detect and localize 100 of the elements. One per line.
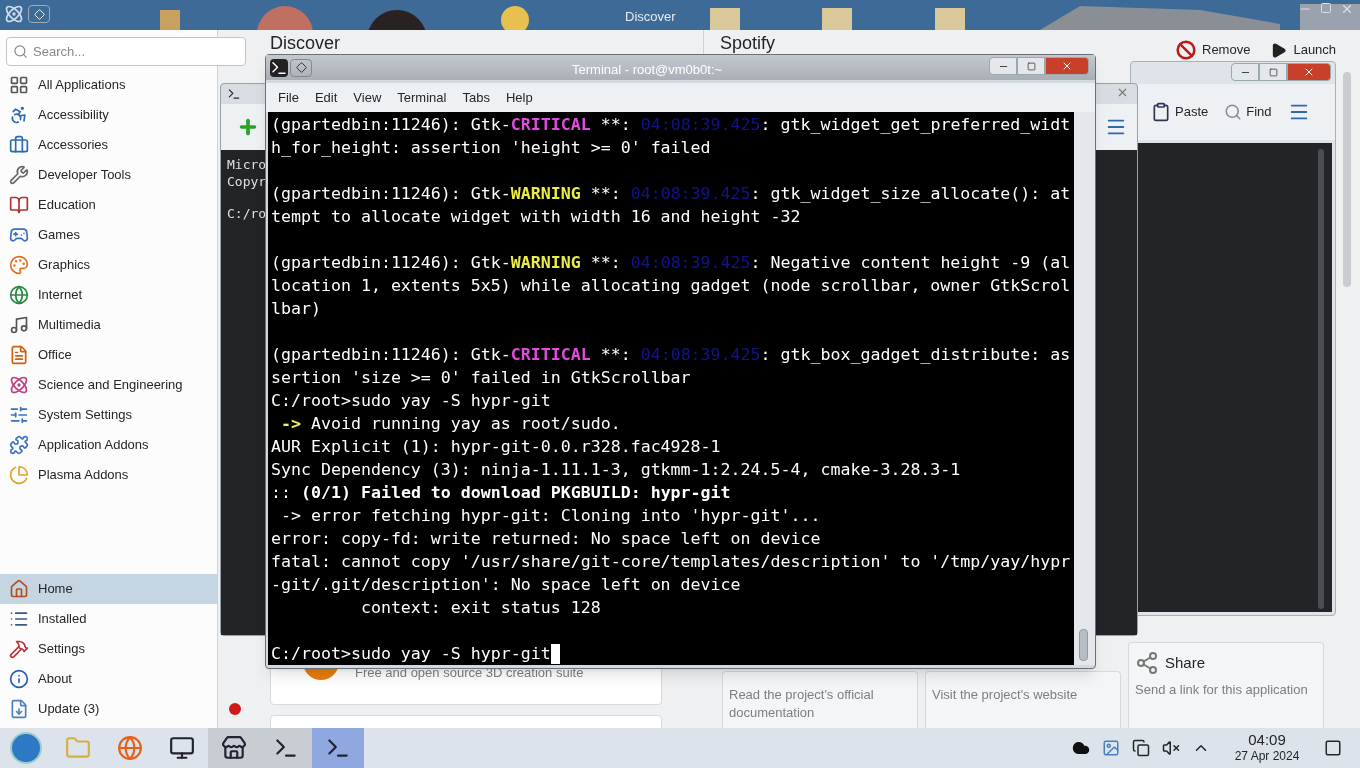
close-button[interactable]: [1045, 57, 1089, 75]
play-icon: [1270, 41, 1288, 59]
category-item[interactable]: Application Addons: [0, 430, 217, 460]
menu-item[interactable]: Tabs: [454, 87, 498, 108]
category-item[interactable]: Science and Engineering: [0, 370, 217, 400]
remove-button[interactable]: Remove: [1176, 40, 1251, 60]
info-icon: [9, 669, 29, 689]
category-item[interactable]: Education: [0, 190, 217, 220]
terminal-line: -> Avoid running yay as root/sudo.: [280, 413, 621, 435]
diamond-icon: [33, 8, 45, 20]
terminal-line: (gpartedbin:11246): Gtk-CRITICAL **: 04:08:39.425: gtk_box_gadget_distribute: as: [271, 344, 1071, 366]
accessibility-icon: [9, 105, 29, 125]
terminal-line: (gpartedbin:11246): Gtk-WARNING **: 04:08:39.425: gtk_widget_size_allocate(): at: [271, 183, 1071, 205]
book-icon: [9, 195, 29, 215]
console-line: C:/ro: [227, 205, 267, 222]
search-field[interactable]: Search...: [6, 37, 246, 66]
close-icon: [1303, 66, 1315, 78]
link-card[interactable]: Visit the project's website: [925, 671, 1121, 728]
terminal-line: :: (0/1) Failed to download PKGBUILD: hypr-git: [271, 482, 731, 504]
menu-item[interactable]: Edit: [306, 87, 346, 108]
image-icon[interactable]: [1102, 739, 1120, 757]
start-orb-icon: [10, 732, 42, 764]
launch-button[interactable]: Launch: [1270, 40, 1337, 60]
terminal-line: tempt to allocate widget with width 16 and height -32: [271, 206, 801, 228]
terminal-line: sertion 'size >= 0' failed in GtkScrollbar: [271, 367, 691, 389]
terminal-line: context: exit status 128: [359, 597, 601, 619]
nav-item[interactable]: Settings: [0, 634, 217, 664]
show-desktop-icon[interactable]: [1324, 739, 1342, 757]
music-icon: [9, 315, 29, 335]
globe-icon: [9, 285, 29, 305]
terminal-line: (gpartedbin:11246): Gtk-CRITICAL **: 04:08:39.425: gtk_widget_get_preferred_widt: [271, 114, 1071, 136]
clock[interactable]: 04:09 27 Apr 2024: [1222, 732, 1312, 764]
app-icon[interactable]: [4, 4, 24, 24]
gamepad-icon: [9, 225, 29, 245]
terminal-line: AUR Explicit (1): hypr-git-0.0.r328.fac4928-1: [271, 436, 721, 458]
file-icon: [9, 699, 29, 719]
taskbar-button[interactable]: [260, 728, 312, 768]
terminal-icon: [227, 87, 241, 101]
category-item[interactable]: All Applications: [0, 70, 217, 100]
share-icon: [1135, 651, 1159, 675]
sliders-icon: [9, 405, 29, 425]
maximize-icon: [1026, 61, 1036, 71]
category-item[interactable]: Graphics: [0, 250, 217, 280]
clipboard-icon[interactable]: [1132, 739, 1150, 757]
folder-icon: [65, 735, 91, 761]
clipboard-icon: [1151, 102, 1171, 122]
new-tab-icon[interactable]: [237, 116, 259, 138]
category-item[interactable]: Developer Tools: [0, 160, 217, 190]
card-description: Send a link for this application: [1135, 681, 1309, 699]
category-item[interactable]: Accessories: [0, 130, 217, 160]
window-title: Discover: [625, 8, 676, 26]
diamond-icon: [295, 62, 307, 74]
app-heading: Spotify: [720, 33, 776, 53]
card-description: Visit the project's website: [932, 686, 1079, 704]
no-entry-icon: [1176, 40, 1196, 60]
browser-icon: [117, 735, 143, 761]
house-icon: [9, 579, 29, 599]
category-item[interactable]: System Settings: [0, 400, 217, 430]
menu-item[interactable]: File: [270, 87, 307, 108]
close-icon: [1061, 60, 1073, 72]
category-item[interactable]: Accessibility: [0, 100, 217, 130]
category-item[interactable]: Games: [0, 220, 217, 250]
nav-item[interactable]: Update (3): [0, 694, 217, 724]
scrollbar-thumb[interactable]: [1079, 629, 1088, 661]
menu-item[interactable]: View: [345, 87, 390, 108]
paste-button[interactable]: Paste: [1151, 102, 1209, 122]
link-card[interactable]: Share Send a link for this application: [1128, 642, 1324, 728]
terminal-line: h_for_height: assertion 'height >= 0' failed: [271, 137, 711, 159]
maximize-button[interactable]: [1259, 63, 1287, 81]
close-icon[interactable]: [1340, 2, 1354, 16]
terminal-line: C:/root>sudo yay -S hypr-git: [271, 643, 551, 665]
nav-item[interactable]: Installed: [0, 604, 217, 634]
store-icon: [221, 735, 247, 761]
terminal-line: (gpartedbin:11246): Gtk-WARNING **: 04:08:39.425: Negative content height -9 (al: [271, 252, 1071, 274]
nav-item[interactable]: Home: [0, 574, 217, 604]
close-button[interactable]: [1287, 63, 1331, 81]
close-icon[interactable]: [1116, 86, 1129, 99]
taskbar-button[interactable]: [208, 728, 260, 768]
link-card[interactable]: Read the project's official documentation: [722, 671, 918, 728]
category-item[interactable]: Office: [0, 340, 217, 370]
card-description: Read the project's official documentation: [729, 686, 875, 722]
tools-icon: [9, 639, 29, 659]
pin-button[interactable]: [290, 58, 312, 77]
muted-speaker-icon[interactable]: [1162, 739, 1180, 757]
menu-item[interactable]: Help: [497, 87, 541, 108]
terminal-line: location 1, extents 5x5) while allocating gadget (node scrollbar, owner GtkScrol: [271, 275, 1071, 297]
pin-button[interactable]: [28, 5, 50, 23]
category-item[interactable]: Multimedia: [0, 310, 217, 340]
search-icon: [1224, 103, 1243, 121]
maximize-icon: [1268, 67, 1278, 77]
terminal-app-icon[interactable]: [270, 58, 288, 77]
maximize-button[interactable]: [1017, 57, 1045, 75]
category-item[interactable]: Internet: [0, 280, 217, 310]
category-item[interactable]: Plasma Addons: [0, 460, 217, 490]
nav-item[interactable]: About: [0, 664, 217, 694]
menu-item[interactable]: Terminal: [389, 87, 455, 108]
find-button[interactable]: Find: [1224, 102, 1272, 122]
cloud-icon[interactable]: [1072, 739, 1090, 757]
maximize-icon[interactable]: [1320, 2, 1332, 14]
terminal-line: fatal: cannot copy '/usr/share/git-core/templates/description' to '/tmp/yay/hypr: [271, 551, 1071, 573]
